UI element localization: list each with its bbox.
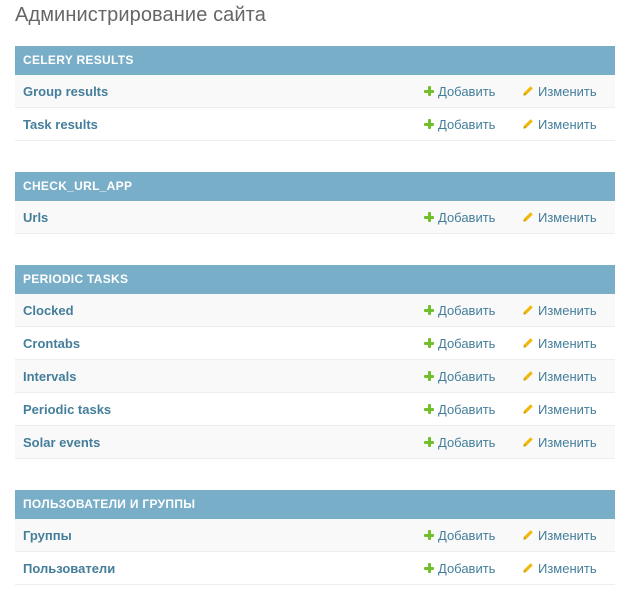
change-label: Изменить bbox=[538, 302, 597, 318]
add-label: Добавить bbox=[438, 116, 496, 132]
change-link[interactable]: Изменить bbox=[522, 336, 615, 351]
change-label: Изменить bbox=[538, 434, 597, 450]
module-users-and-groups: ПОЛЬЗОВАТЕЛИ И ГРУППЫ Группы Добавить Из… bbox=[15, 490, 615, 585]
model-link[interactable]: Пользователи bbox=[15, 561, 424, 576]
pencil-icon bbox=[523, 305, 533, 315]
model-link[interactable]: Urls bbox=[15, 210, 424, 225]
module-periodic-tasks: PERIODIC TASKS Clocked Добавить Изменить… bbox=[15, 265, 615, 459]
model-link[interactable]: Solar events bbox=[15, 435, 424, 450]
add-link[interactable]: Добавить bbox=[424, 210, 522, 225]
module-celery-results: CELERY RESULTS Group results Добавить Из… bbox=[15, 46, 615, 141]
model-link[interactable]: Crontabs bbox=[15, 336, 424, 351]
add-label: Добавить bbox=[438, 401, 496, 417]
plus-icon bbox=[424, 371, 434, 381]
module-caption[interactable]: PERIODIC TASKS bbox=[15, 265, 615, 294]
add-link[interactable]: Добавить bbox=[424, 435, 522, 450]
add-link[interactable]: Добавить bbox=[424, 402, 522, 417]
change-label: Изменить bbox=[538, 560, 597, 576]
model-link[interactable]: Intervals bbox=[15, 369, 424, 384]
change-link[interactable]: Изменить bbox=[522, 84, 615, 99]
page-title: Администрирование сайта bbox=[15, 4, 266, 26]
add-label: Добавить bbox=[438, 527, 496, 543]
plus-icon bbox=[424, 437, 434, 447]
add-label: Добавить bbox=[438, 209, 496, 225]
model-link[interactable]: Periodic tasks bbox=[15, 402, 424, 417]
plus-icon bbox=[424, 86, 434, 96]
pencil-icon bbox=[523, 119, 533, 129]
pencil-icon bbox=[523, 437, 533, 447]
module-caption[interactable]: CHECK_URL_APP bbox=[15, 172, 615, 201]
model-link[interactable]: Clocked bbox=[15, 303, 424, 318]
pencil-icon bbox=[523, 563, 533, 573]
pencil-icon bbox=[523, 212, 533, 222]
admin-index-page: Администрирование сайта CELERY RESULTS G… bbox=[0, 0, 625, 595]
module-caption[interactable]: ПОЛЬЗОВАТЕЛИ И ГРУППЫ bbox=[15, 490, 615, 519]
plus-icon bbox=[424, 119, 434, 129]
add-link[interactable]: Добавить bbox=[424, 528, 522, 543]
change-label: Изменить bbox=[538, 116, 597, 132]
model-row-crontabs: Crontabs Добавить Изменить bbox=[15, 327, 615, 360]
model-row-periodic-tasks: Periodic tasks Добавить Изменить bbox=[15, 393, 615, 426]
module-caption[interactable]: CELERY RESULTS bbox=[15, 46, 615, 75]
change-link[interactable]: Изменить bbox=[522, 117, 615, 132]
pencil-icon bbox=[523, 404, 533, 414]
change-label: Изменить bbox=[538, 401, 597, 417]
model-row-urls: Urls Добавить Изменить bbox=[15, 201, 615, 234]
change-link[interactable]: Изменить bbox=[522, 561, 615, 576]
add-label: Добавить bbox=[438, 434, 496, 450]
model-row-solar-events: Solar events Добавить Изменить bbox=[15, 426, 615, 459]
change-label: Изменить bbox=[538, 209, 597, 225]
add-link[interactable]: Добавить bbox=[424, 84, 522, 99]
plus-icon bbox=[424, 530, 434, 540]
model-row-clocked: Clocked Добавить Изменить bbox=[15, 294, 615, 327]
add-link[interactable]: Добавить bbox=[424, 117, 522, 132]
plus-icon bbox=[424, 212, 434, 222]
change-link[interactable]: Изменить bbox=[522, 435, 615, 450]
model-row-intervals: Intervals Добавить Изменить bbox=[15, 360, 615, 393]
add-label: Добавить bbox=[438, 368, 496, 384]
plus-icon bbox=[424, 563, 434, 573]
model-row-users: Пользователи Добавить Изменить bbox=[15, 552, 615, 585]
plus-icon bbox=[424, 338, 434, 348]
model-link[interactable]: Группы bbox=[15, 528, 424, 543]
change-link[interactable]: Изменить bbox=[522, 303, 615, 318]
model-row-task-results: Task results Добавить Изменить bbox=[15, 108, 615, 141]
add-link[interactable]: Добавить bbox=[424, 303, 522, 318]
add-label: Добавить bbox=[438, 302, 496, 318]
change-link[interactable]: Изменить bbox=[522, 402, 615, 417]
change-label: Изменить bbox=[538, 83, 597, 99]
change-link[interactable]: Изменить bbox=[522, 369, 615, 384]
change-label: Изменить bbox=[538, 527, 597, 543]
pencil-icon bbox=[523, 530, 533, 540]
model-row-group-results: Group results Добавить Изменить bbox=[15, 75, 615, 108]
plus-icon bbox=[424, 404, 434, 414]
change-link[interactable]: Изменить bbox=[522, 528, 615, 543]
model-row-groups: Группы Добавить Изменить bbox=[15, 519, 615, 552]
pencil-icon bbox=[523, 371, 533, 381]
add-link[interactable]: Добавить bbox=[424, 369, 522, 384]
add-link[interactable]: Добавить bbox=[424, 561, 522, 576]
change-label: Изменить bbox=[538, 335, 597, 351]
model-link[interactable]: Task results bbox=[15, 117, 424, 132]
add-link[interactable]: Добавить bbox=[424, 336, 522, 351]
pencil-icon bbox=[523, 338, 533, 348]
pencil-icon bbox=[523, 86, 533, 96]
add-label: Добавить bbox=[438, 335, 496, 351]
plus-icon bbox=[424, 305, 434, 315]
module-check-url-app: CHECK_URL_APP Urls Добавить Изменить bbox=[15, 172, 615, 234]
change-label: Изменить bbox=[538, 368, 597, 384]
add-label: Добавить bbox=[438, 83, 496, 99]
model-link[interactable]: Group results bbox=[15, 84, 424, 99]
change-link[interactable]: Изменить bbox=[522, 210, 615, 225]
add-label: Добавить bbox=[438, 560, 496, 576]
